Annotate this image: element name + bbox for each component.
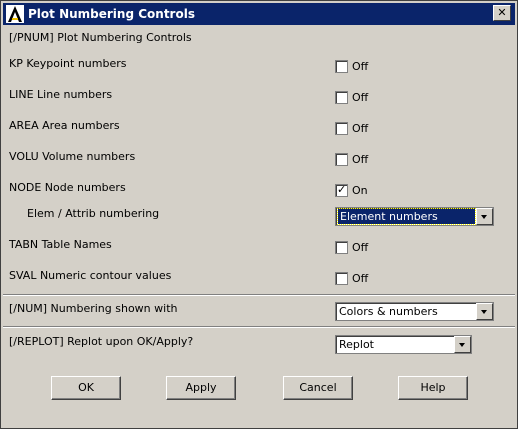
kp-label: KP Keypoint numbers [9,57,127,70]
tabn-label: TABN Table Names [9,238,112,251]
node-label: NODE Node numbers [9,181,126,194]
tabn-state: Off [352,241,369,254]
chevron-down-icon[interactable] [454,336,471,353]
window-title: Plot Numbering Controls [28,7,195,21]
elem-attrib-select[interactable]: Element numbers [335,207,494,226]
num-value: Colors & numbers [339,305,438,318]
title-bar[interactable]: Plot Numbering Controls ✕ [3,3,515,25]
line-label: LINE Line numbers [9,88,113,101]
area-state: Off [352,122,369,135]
line-state: Off [352,91,369,104]
dialog-window: Plot Numbering Controls ✕ [/PNUM] Plot N… [0,0,518,429]
node-checkbox[interactable]: ✓ [335,183,348,197]
sval-label: SVAL Numeric contour values [9,269,172,282]
num-select[interactable]: Colors & numbers [335,302,494,321]
chevron-down-icon[interactable] [476,303,493,320]
ok-button[interactable]: OK [51,376,121,400]
cancel-button[interactable]: Cancel [283,376,353,400]
volu-checkbox[interactable] [335,153,348,166]
chevron-down-icon[interactable] [476,208,493,225]
replot-label: [/REPLOT] Replot upon OK/Apply? [9,335,194,348]
separator [3,326,515,328]
node-state: On [352,184,368,197]
num-label: [/NUM] Numbering shown with [9,302,178,315]
line-checkbox[interactable] [335,91,348,104]
checkmark-icon: ✓ [337,183,347,196]
pnum-header: [/PNUM] Plot Numbering Controls [9,31,192,44]
replot-select[interactable]: Replot [335,335,472,354]
kp-checkbox[interactable] [335,60,348,73]
elem-attrib-value: Element numbers [337,208,476,225]
sval-checkbox[interactable] [335,272,348,285]
ansys-logo-icon [6,5,24,23]
apply-button[interactable]: Apply [166,376,236,400]
kp-state: Off [352,60,369,73]
close-button[interactable]: ✕ [493,5,511,21]
area-checkbox[interactable] [335,122,348,135]
help-button[interactable]: Help [398,376,468,400]
tabn-checkbox[interactable] [335,241,348,254]
volu-label: VOLU Volume numbers [9,150,136,163]
close-icon: ✕ [497,6,507,19]
separator [3,294,515,296]
sval-state: Off [352,272,369,285]
area-label: AREA Area numbers [9,119,120,132]
volu-state: Off [352,153,369,166]
replot-value: Replot [339,338,374,351]
elem-attrib-label: Elem / Attrib numbering [27,207,160,220]
